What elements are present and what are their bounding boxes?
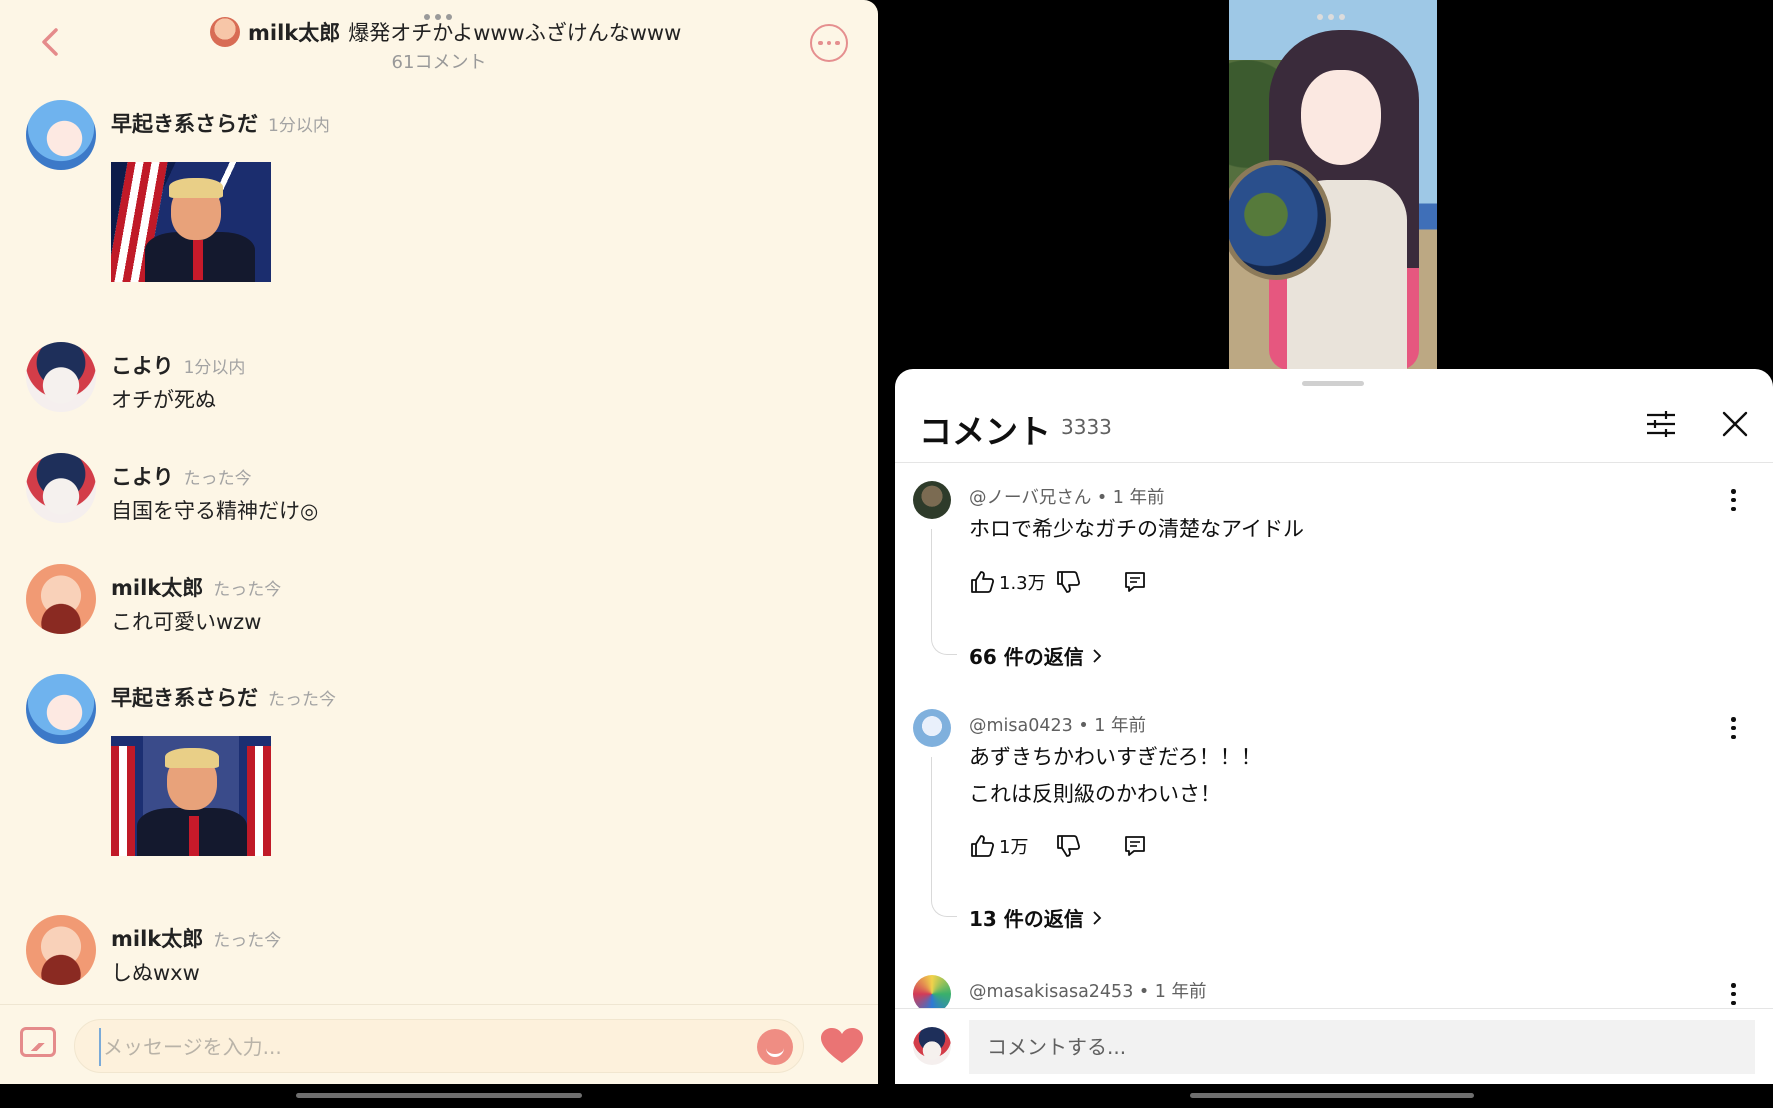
replies-label: 13 件の返信 (969, 907, 1084, 931)
avatar[interactable] (26, 453, 96, 523)
message-composer (0, 1004, 878, 1084)
view-replies-button[interactable]: 13 件の返信 (969, 903, 1102, 932)
thread-line (931, 757, 957, 917)
video-player[interactable] (1229, 0, 1437, 370)
flag-graphic (247, 746, 271, 856)
chat-message: こより 1分以内 オチが死ぬ (26, 342, 826, 414)
avatar (913, 1027, 951, 1065)
reply-icon[interactable] (1123, 570, 1147, 594)
close-icon[interactable] (1722, 411, 1748, 437)
chat-message: こより たった今 自国を守る精神だけ◎ (26, 453, 826, 525)
like-icon[interactable] (969, 569, 995, 595)
chat-message: milk太郎 たった今 これ可愛いwzw (26, 564, 826, 636)
message-time: 1分以内 (183, 358, 246, 378)
avatar[interactable] (26, 564, 96, 634)
comment-body: ホロで希少なガチの清楚なアイドル (969, 511, 1304, 548)
dislike-icon[interactable] (1055, 833, 1081, 859)
message-text: しぬwxw (111, 961, 200, 985)
comment-line: あずきちかわいすぎだろ！！！ (969, 745, 1262, 769)
author-avatar (210, 17, 240, 47)
comment-bar (895, 1008, 1773, 1084)
message-user: こより 1分以内 (111, 354, 246, 378)
comment-meta: @misa0423 • 1 年前 (969, 716, 1146, 736)
thread-title-text: 爆発オチかよwwwふざけんなwww (348, 21, 682, 45)
comment-meta: @ノーバ兄さん • 1 年前 (969, 488, 1165, 508)
thread-author: milk太郎 (248, 21, 341, 45)
message-input-box[interactable] (74, 1019, 804, 1073)
sheet-drag-handle[interactable] (1302, 381, 1364, 386)
kebab-icon[interactable] (1731, 717, 1737, 739)
gallery-icon[interactable] (20, 1027, 56, 1057)
like-count: 1.3万 (999, 573, 1046, 594)
comment-count: 61コメント (391, 52, 487, 73)
avatar[interactable] (26, 342, 96, 412)
thread-line (931, 529, 957, 655)
comment-actions: 1万 (969, 833, 1147, 859)
comment-line: これは反則級のかわいさ！ (969, 782, 1221, 806)
message-image[interactable] (111, 162, 271, 282)
avatar[interactable] (26, 100, 96, 170)
comments-title: コメント (919, 412, 1051, 451)
avatar[interactable] (913, 481, 951, 519)
video-character-face (1301, 70, 1381, 165)
photo-tie (189, 816, 199, 856)
comment-input[interactable] (969, 1020, 1755, 1074)
home-indicator[interactable] (296, 1093, 582, 1098)
comment: @misa0423 • 1 年前 あずきちかわいすぎだろ！！！ これは反則級のか… (895, 709, 1773, 939)
comment-line: ホロで希少なガチの清楚なアイドル (969, 517, 1304, 541)
comment-actions: 1.3万 (969, 569, 1147, 595)
view-replies-button[interactable]: 66 件の返信 (969, 641, 1102, 670)
message-time: たった今 (183, 469, 252, 489)
message-text: これ可愛いwzw (111, 610, 262, 634)
avatar[interactable] (913, 709, 951, 747)
message-time: たった今 (213, 931, 282, 951)
flag-graphic (111, 746, 135, 856)
home-indicator[interactable] (1190, 1093, 1474, 1098)
emoji-icon[interactable] (757, 1029, 793, 1065)
chevron-right-icon (1093, 910, 1102, 925)
kebab-icon[interactable] (1731, 983, 1737, 1005)
chat-message: 早起き系さらだ たった今 (26, 674, 826, 864)
more-icon[interactable] (810, 24, 848, 62)
photo-hair (165, 748, 219, 768)
multitask-dots[interactable] (1317, 14, 1345, 20)
youtube-pane: コメント 3333 @ノーバ兄さん • 1 年前 ホロで希少なガチの清楚なアイド… (878, 0, 1773, 1108)
message-user: 早起き系さらだ たった今 (111, 686, 336, 710)
avatar[interactable] (26, 674, 96, 744)
message-time: たった今 (213, 580, 282, 600)
thread-title: milk太郎 爆発オチかよwwwふざけんなwww (210, 16, 681, 48)
reply-icon[interactable] (1123, 834, 1147, 858)
kebab-icon[interactable] (1731, 489, 1737, 511)
message-time: 1分以内 (268, 116, 330, 136)
divider (895, 462, 1773, 463)
avatar[interactable] (26, 915, 96, 985)
comments-sheet: コメント 3333 @ノーバ兄さん • 1 年前 ホロで希少なガチの清楚なアイド… (895, 369, 1773, 1084)
dislike-icon[interactable] (1055, 569, 1081, 595)
message-input[interactable] (99, 1028, 739, 1066)
message-text: オチが死ぬ (111, 388, 216, 412)
message-time: たった今 (268, 690, 336, 710)
chevron-right-icon (1093, 648, 1102, 663)
message-user: milk太郎 たった今 (111, 927, 282, 951)
message-text: 自国を守る精神だけ◎ (111, 499, 319, 523)
message-user: こより たった今 (111, 465, 252, 489)
chat-message: milk太郎 たった今 しぬwxw (26, 915, 826, 987)
like-count: 1万 (999, 837, 1029, 858)
comment-body: あずきちかわいすぎだろ！！！ これは反則級のかわいさ！ (969, 739, 1262, 813)
photo-hair (169, 178, 223, 198)
comment-meta: @masakisasa2453 • 1 年前 (969, 982, 1207, 1002)
chat-pane: milk太郎 爆発オチかよwwwふざけんなwww 61コメント 早起き系さらだ 1… (0, 0, 878, 1084)
chat-message: 早起き系さらだ 1分以内 (26, 100, 826, 290)
replies-label: 66 件の返信 (969, 645, 1084, 669)
photo-tie (193, 240, 203, 280)
comment: @ノーバ兄さん • 1 年前 ホロで希少なガチの清楚なアイドル 1.3万 66 … (895, 481, 1773, 681)
tune-icon[interactable] (1646, 409, 1676, 439)
message-user: 早起き系さらだ 1分以内 (111, 112, 330, 136)
comments-count: 3333 (1061, 415, 1112, 439)
message-user: milk太郎 たった今 (111, 576, 282, 600)
heart-icon[interactable] (820, 1027, 864, 1065)
message-image[interactable] (111, 736, 271, 856)
like-icon[interactable] (969, 833, 995, 859)
